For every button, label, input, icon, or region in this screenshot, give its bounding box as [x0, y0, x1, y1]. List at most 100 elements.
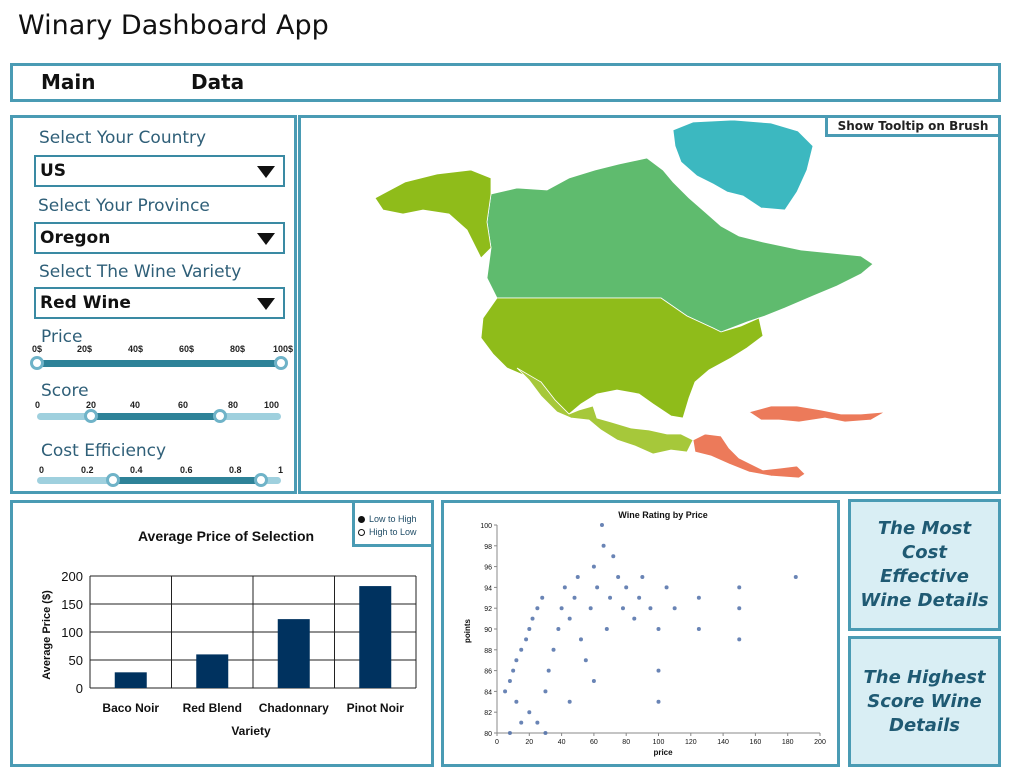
- bar-baco-noir[interactable]: [114, 672, 147, 688]
- scatter-point[interactable]: [543, 689, 548, 694]
- scatter-point[interactable]: [793, 575, 798, 579]
- scatter-point[interactable]: [591, 679, 596, 683]
- scatter-point[interactable]: [575, 575, 580, 579]
- scatter-point[interactable]: [737, 606, 742, 611]
- scatter-point[interactable]: [696, 595, 701, 600]
- scatter-point[interactable]: [696, 627, 701, 631]
- variety-select[interactable]: Red Wine: [34, 287, 285, 319]
- score-tick: 60: [178, 400, 189, 410]
- app-title: Winary Dashboard App: [18, 10, 329, 41]
- scatter-point[interactable]: [559, 606, 564, 611]
- scatter-point[interactable]: [578, 637, 583, 642]
- country-select[interactable]: US: [34, 155, 285, 187]
- scatter-point[interactable]: [546, 668, 551, 673]
- score-slider-low-handle[interactable]: [83, 409, 98, 423]
- scatter-point[interactable]: [519, 647, 524, 652]
- scatter-point[interactable]: [527, 627, 532, 631]
- scatter-point[interactable]: [656, 627, 661, 631]
- scatter-point[interactable]: [604, 627, 609, 631]
- score-tick: 0: [35, 400, 41, 410]
- scatter-point[interactable]: [543, 731, 548, 735]
- scatter-point[interactable]: [530, 616, 535, 621]
- scatter-point[interactable]: [567, 616, 572, 621]
- region-alaska[interactable]: [374, 169, 492, 259]
- bar-chadonnary[interactable]: [277, 619, 310, 688]
- north-america-map[interactable]: [301, 118, 998, 491]
- scatter-point[interactable]: [524, 637, 529, 642]
- bar-red-blend[interactable]: [196, 654, 229, 688]
- scatter-point[interactable]: [562, 585, 567, 590]
- scatter-point[interactable]: [583, 658, 588, 663]
- cost-slider-high-handle[interactable]: [254, 473, 269, 487]
- scatter-xtick-label: 160: [750, 739, 762, 746]
- scatter-point[interactable]: [599, 523, 604, 527]
- scatter-point[interactable]: [527, 710, 532, 715]
- bar-category-label: Chadonnary: [259, 701, 329, 715]
- score-slider-high-handle[interactable]: [213, 409, 227, 423]
- price-slider-low-handle[interactable]: [30, 356, 44, 370]
- price-slider[interactable]: [30, 356, 288, 370]
- country-label: Select Your Country: [39, 128, 207, 148]
- scatter-point[interactable]: [620, 606, 625, 611]
- scatter-point[interactable]: [640, 575, 645, 579]
- scatter-point[interactable]: [511, 668, 516, 673]
- cost-efficiency-slider[interactable]: [37, 473, 281, 487]
- scatter-point[interactable]: [514, 658, 519, 663]
- scatter-point[interactable]: [551, 647, 556, 652]
- cost-effective-wine-card[interactable]: The Most Cost Effective Wine Details: [848, 499, 1001, 631]
- scatter-point[interactable]: [507, 731, 512, 735]
- scatter-chart-panel: Wine Rating by Price price points 0 20 40 6…: [441, 500, 840, 767]
- scatter-point[interactable]: [514, 699, 519, 704]
- scatter-point[interactable]: [556, 627, 561, 631]
- scatter-point[interactable]: [664, 585, 669, 590]
- scatter-point[interactable]: [535, 720, 540, 725]
- scatter-point[interactable]: [503, 689, 508, 694]
- scatter-ytick-label: 94: [484, 585, 492, 592]
- region-greenland[interactable]: [672, 119, 814, 211]
- scatter-point[interactable]: [624, 585, 629, 590]
- region-central-america[interactable]: [692, 433, 806, 479]
- scatter-point[interactable]: [637, 595, 642, 600]
- cost-slider-low-handle[interactable]: [105, 473, 120, 487]
- scatter-point[interactable]: [616, 575, 621, 579]
- scatter-point[interactable]: [591, 564, 596, 569]
- variety-label: Select The Wine Variety: [39, 262, 242, 282]
- scatter-point[interactable]: [737, 637, 742, 642]
- scatter-ytick-label: 88: [484, 648, 492, 655]
- score-slider[interactable]: [37, 409, 281, 423]
- scatter-point[interactable]: [648, 606, 653, 611]
- cost-ticks: 0 0.2 0.4 0.6 0.8 1: [39, 465, 284, 477]
- price-slider-high-handle[interactable]: [274, 356, 288, 370]
- scatter-xtick-label: 40: [558, 739, 566, 746]
- scatter-point[interactable]: [572, 595, 577, 600]
- scatter-ytick-label: 96: [484, 565, 492, 572]
- scatter-point[interactable]: [588, 606, 593, 611]
- scatter-point[interactable]: [611, 554, 616, 559]
- scatter-ytick-label: 86: [484, 669, 492, 676]
- province-select[interactable]: Oregon: [34, 222, 285, 254]
- scatter-xtick-label: 80: [622, 739, 630, 746]
- scatter-point[interactable]: [656, 699, 661, 704]
- cost-tick: 1: [278, 465, 284, 475]
- scatter-point[interactable]: [601, 543, 606, 548]
- scatter-point[interactable]: [737, 585, 742, 590]
- scatter-point[interactable]: [595, 585, 600, 590]
- rating-by-price-scatter: Wine Rating by Price price points 0 20 40 6…: [463, 510, 826, 757]
- scatter-point[interactable]: [608, 595, 613, 600]
- scatter-point[interactable]: [519, 720, 524, 725]
- highest-score-wine-card[interactable]: The Highest Score Wine Details: [848, 636, 1001, 767]
- scatter-point[interactable]: [507, 679, 512, 683]
- scatter-point[interactable]: [540, 595, 545, 600]
- scatter-point[interactable]: [632, 616, 637, 621]
- region-caribbean[interactable]: [748, 405, 886, 423]
- scatter-ytick-label: 84: [484, 689, 492, 696]
- nav-data[interactable]: Data: [191, 70, 244, 94]
- scatter-point[interactable]: [567, 699, 572, 704]
- scatter-point[interactable]: [656, 668, 661, 673]
- price-tick: 40$: [128, 344, 144, 354]
- scatter-point[interactable]: [672, 606, 677, 611]
- scatter-point[interactable]: [535, 606, 540, 611]
- bar-pinot-noir[interactable]: [359, 586, 392, 688]
- scatter-title: Wine Rating by Price: [618, 510, 707, 520]
- nav-main[interactable]: Main: [41, 70, 96, 94]
